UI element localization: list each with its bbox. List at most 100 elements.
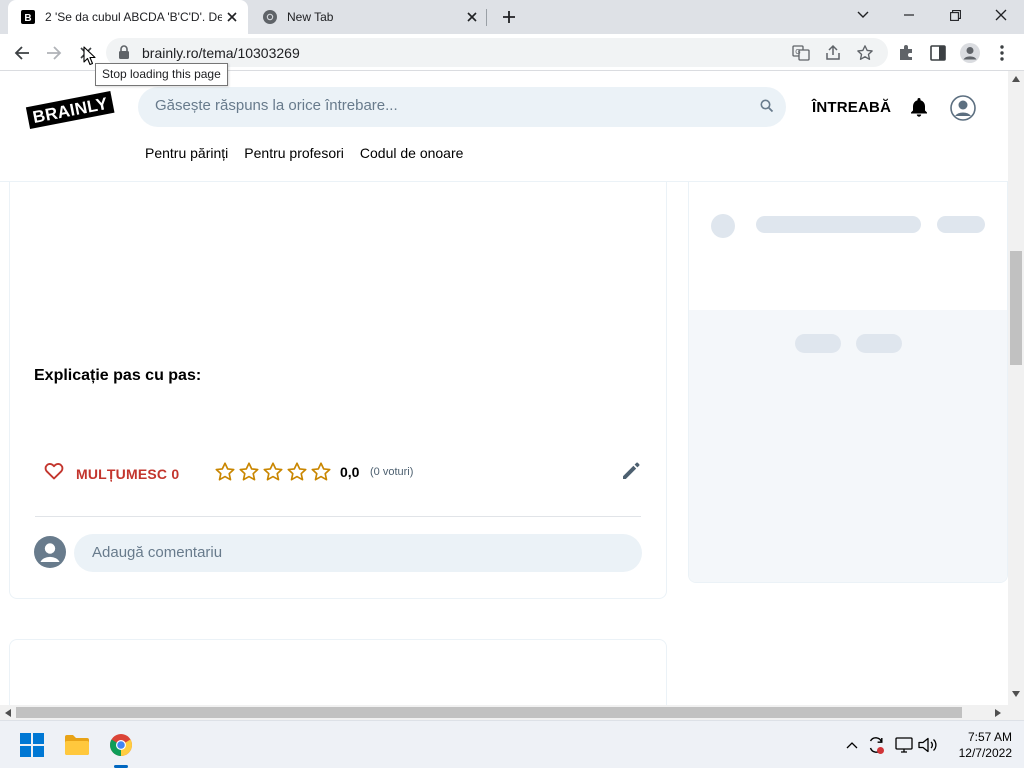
- thanks-label: MULȚUMESC 0: [76, 465, 180, 482]
- comment-input[interactable]: [92, 544, 612, 561]
- show-hidden-icons-button[interactable]: [842, 735, 862, 755]
- ask-question-button[interactable]: ÎNTREABĂ: [812, 99, 891, 116]
- sub-navigation: Pentru părinți Pentru profesori Codul de…: [145, 145, 463, 161]
- svg-text:G: G: [795, 49, 800, 56]
- mouse-cursor-icon: [83, 46, 97, 71]
- tab-close-icon[interactable]: [222, 7, 242, 27]
- tab-new-tab[interactable]: New Tab: [250, 0, 488, 34]
- tab-title: 2 'Se da cubul ABCDA 'B'C'D'. De: [45, 10, 222, 24]
- translate-icon[interactable]: G: [790, 42, 812, 64]
- chrome-icon: [110, 734, 132, 756]
- network-icon: [895, 737, 913, 753]
- profile-icon: [960, 43, 980, 63]
- search-input[interactable]: [155, 97, 735, 114]
- scroll-right-icon: [995, 709, 1001, 717]
- horizontal-scrollbar[interactable]: [0, 705, 1008, 720]
- speaker-icon: [918, 737, 937, 753]
- notifications-bell-icon[interactable]: [908, 96, 930, 123]
- chrome-favicon-icon: [262, 9, 278, 25]
- vertical-scrollbar[interactable]: [1008, 71, 1024, 705]
- scroll-up-icon: [1012, 76, 1020, 82]
- star-icon[interactable]: [214, 461, 236, 483]
- user-avatar-icon[interactable]: [950, 95, 976, 126]
- skeleton-lower-block: [689, 310, 1007, 582]
- nav-link-teachers[interactable]: Pentru profesori: [244, 145, 344, 161]
- divider: [35, 516, 641, 517]
- minimize-button[interactable]: [886, 0, 932, 30]
- skeleton-pill: [856, 334, 902, 353]
- clock-date: 12/7/2022: [958, 746, 1012, 760]
- chevron-up-icon: [846, 742, 858, 749]
- restore-button[interactable]: [932, 0, 978, 30]
- profile-button[interactable]: [957, 40, 983, 66]
- tab-brainly[interactable]: B 2 'Se da cubul ABCDA 'B'C'D'. De: [8, 0, 248, 34]
- scroll-left-icon: [5, 709, 11, 717]
- search-icon[interactable]: [760, 99, 774, 118]
- side-panel-button[interactable]: [925, 40, 951, 66]
- tab-separator: [486, 9, 487, 26]
- puzzle-icon: [900, 45, 912, 60]
- tab-search-button[interactable]: [840, 0, 886, 30]
- next-answer-card: [9, 639, 667, 705]
- side-panel-icon: [930, 45, 946, 61]
- kebab-menu-icon: [1000, 45, 1004, 61]
- skeleton-pill: [795, 334, 841, 353]
- new-tab-button[interactable]: [498, 6, 520, 28]
- chevron-down-icon: [857, 11, 869, 18]
- skeleton-line: [756, 216, 921, 233]
- tab-strip: B 2 'Se da cubul ABCDA 'B'C'D'. De New T…: [0, 0, 1024, 34]
- star-icon[interactable]: [238, 461, 260, 483]
- volume-button[interactable]: [918, 735, 938, 755]
- tab-title: New Tab: [287, 10, 334, 24]
- share-icon[interactable]: [822, 42, 844, 64]
- minimize-icon: [904, 14, 914, 16]
- tab-close-icon[interactable]: [462, 7, 482, 27]
- forward-button[interactable]: [41, 40, 67, 66]
- bookmark-star-icon[interactable]: [854, 42, 876, 64]
- arrow-right-icon: [47, 46, 62, 60]
- star-icon[interactable]: [310, 461, 332, 483]
- nav-link-parents[interactable]: Pentru părinți: [145, 145, 228, 161]
- system-clock[interactable]: 7:57 AM 12/7/2022: [940, 729, 1012, 761]
- back-button[interactable]: [9, 40, 35, 66]
- chrome-taskbar-button[interactable]: [105, 729, 137, 761]
- close-window-button[interactable]: [978, 0, 1024, 30]
- lock-icon: [118, 45, 130, 64]
- heart-icon: [44, 462, 64, 485]
- stop-loading-tooltip: Stop loading this page: [95, 63, 228, 86]
- file-explorer-button[interactable]: [61, 729, 93, 761]
- answer-card: Explicație pas cu pas: MULȚUMESC 0 0,0 (: [9, 171, 667, 599]
- star-icon[interactable]: [286, 461, 308, 483]
- answer-actions: MULȚUMESC 0 0,0 (0 voturi): [34, 452, 642, 492]
- brainly-logo[interactable]: BRAINLY: [24, 89, 116, 134]
- vote-count: (0 voturi): [370, 466, 414, 478]
- extensions-button[interactable]: [893, 40, 919, 66]
- sync-status-button[interactable]: [866, 735, 886, 755]
- start-button[interactable]: [16, 729, 48, 761]
- site-header: BRAINLY ÎNTREABĂ Pentru părinți Pentru p…: [0, 71, 1008, 182]
- page-viewport: BRAINLY ÎNTREABĂ Pentru părinți Pentru p…: [0, 71, 1008, 705]
- windows-taskbar: 7:57 AM 12/7/2022: [0, 720, 1024, 768]
- skeleton-line: [937, 216, 985, 233]
- restore-icon: [949, 9, 961, 21]
- close-icon: [995, 9, 1007, 21]
- vertical-scroll-thumb[interactable]: [1010, 251, 1022, 365]
- url-text: brainly.ro/tema/10303269: [142, 45, 300, 61]
- sync-icon: [869, 737, 884, 754]
- edit-pencil-icon[interactable]: [620, 460, 642, 487]
- windows-logo-icon: [20, 733, 44, 757]
- menu-button[interactable]: [989, 40, 1015, 66]
- commenter-avatar-icon: [34, 536, 66, 573]
- nav-link-honor-code[interactable]: Codul de onoare: [360, 145, 464, 161]
- scroll-down-icon: [1012, 691, 1020, 697]
- step-by-step-heading: Explicație pas cu pas:: [34, 367, 202, 384]
- network-button[interactable]: [894, 735, 914, 755]
- horizontal-scroll-thumb[interactable]: [16, 707, 962, 718]
- skeleton-avatar: [711, 214, 735, 238]
- search-bar[interactable]: [138, 87, 786, 127]
- star-rating[interactable]: [214, 461, 332, 483]
- star-icon[interactable]: [262, 461, 284, 483]
- thanks-button[interactable]: MULȚUMESC 0: [44, 462, 179, 485]
- svg-text:B: B: [24, 13, 31, 24]
- comment-box[interactable]: [74, 534, 642, 572]
